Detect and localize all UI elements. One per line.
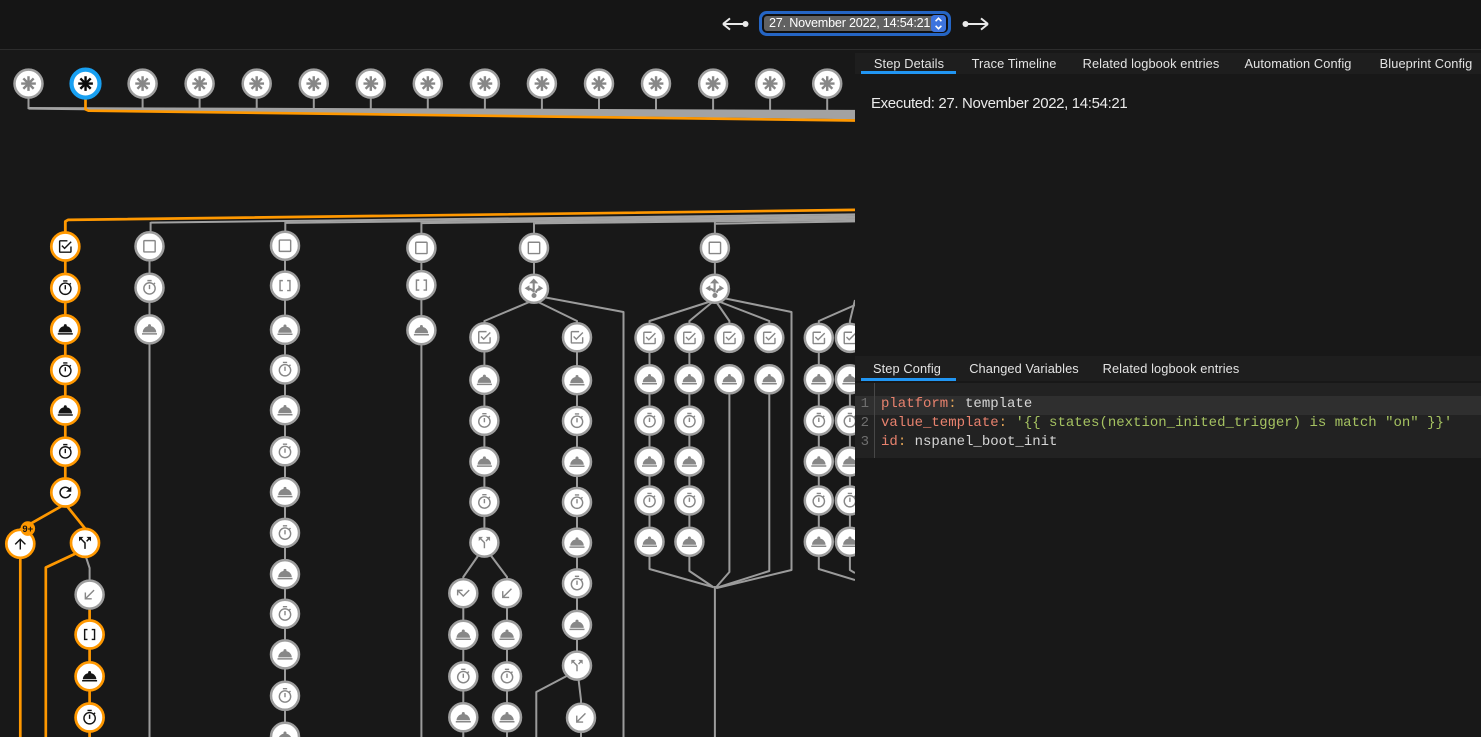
svg-text:9+: 9+ [22,524,33,535]
